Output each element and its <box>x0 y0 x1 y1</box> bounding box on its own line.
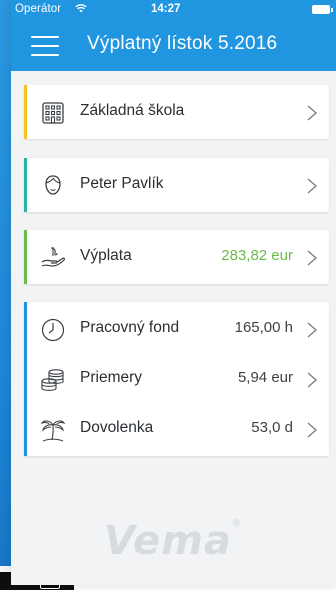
payout-label: Výplata <box>80 247 132 264</box>
payout-row[interactable]: Výplata 283,82 eur <box>24 230 329 284</box>
averages-row[interactable]: Priemery 5,94 eur <box>24 352 329 406</box>
page-title: Výplatný lístok 5.2016 <box>87 33 278 54</box>
vacation-row[interactable]: Dovolenka 53,0 d <box>24 402 329 456</box>
school-name: Základná škola <box>80 102 185 119</box>
work-fund-row[interactable]: Pracovný fond 165,00 h <box>24 302 329 356</box>
work-fund-label: Pracovný fond <box>80 319 180 336</box>
employee-row[interactable]: Peter Pavlík <box>24 158 329 212</box>
payout-card[interactable]: Výplata 283,82 eur <box>24 230 329 284</box>
employee-name: Peter Pavlík <box>80 175 164 192</box>
building-icon <box>40 100 66 126</box>
status-bar: Operátor 14:27 <box>11 0 336 20</box>
hand-money-icon <box>40 245 66 271</box>
logo-registered-mark: ® <box>231 518 243 529</box>
work-fund-value: 165,00 h <box>234 319 293 336</box>
school-card[interactable]: Základná škola <box>24 85 329 139</box>
averages-value: 5,94 eur <box>237 369 293 386</box>
coins-stack-icon <box>40 367 66 393</box>
clock-icon <box>40 317 66 343</box>
status-time: 14:27 <box>151 3 181 15</box>
details-card: Pracovný fond 165,00 h Priemery 5,94 eur… <box>24 302 329 456</box>
vacation-value: 53,0 d <box>251 419 293 436</box>
vacation-label: Dovolenka <box>80 419 154 436</box>
person-face-icon <box>40 173 66 199</box>
chevron-right-icon <box>305 103 319 123</box>
chevron-right-icon <box>305 320 319 340</box>
logo-text: Vema <box>104 518 232 564</box>
payout-amount: 283,82 eur <box>221 247 293 264</box>
school-row[interactable]: Základná škola <box>24 85 329 139</box>
chevron-right-icon <box>305 176 319 196</box>
chevron-right-icon <box>305 248 319 268</box>
wifi-icon <box>75 2 87 17</box>
phone-screen: Operátor 14:27 Výplatný lístok 5.2016 Zá… <box>11 0 336 585</box>
menu-icon[interactable] <box>31 36 59 56</box>
battery-icon <box>312 5 333 14</box>
chevron-right-icon <box>305 370 319 390</box>
employee-card[interactable]: Peter Pavlík <box>24 158 329 212</box>
navigation-bar: Výplatný lístok 5.2016 <box>11 20 336 71</box>
vema-logo: Vema® <box>104 518 243 564</box>
averages-label: Priemery <box>80 369 143 386</box>
carrier-label: Operátor <box>15 3 62 15</box>
chevron-right-icon <box>305 420 319 440</box>
palm-tree-icon <box>40 417 66 443</box>
